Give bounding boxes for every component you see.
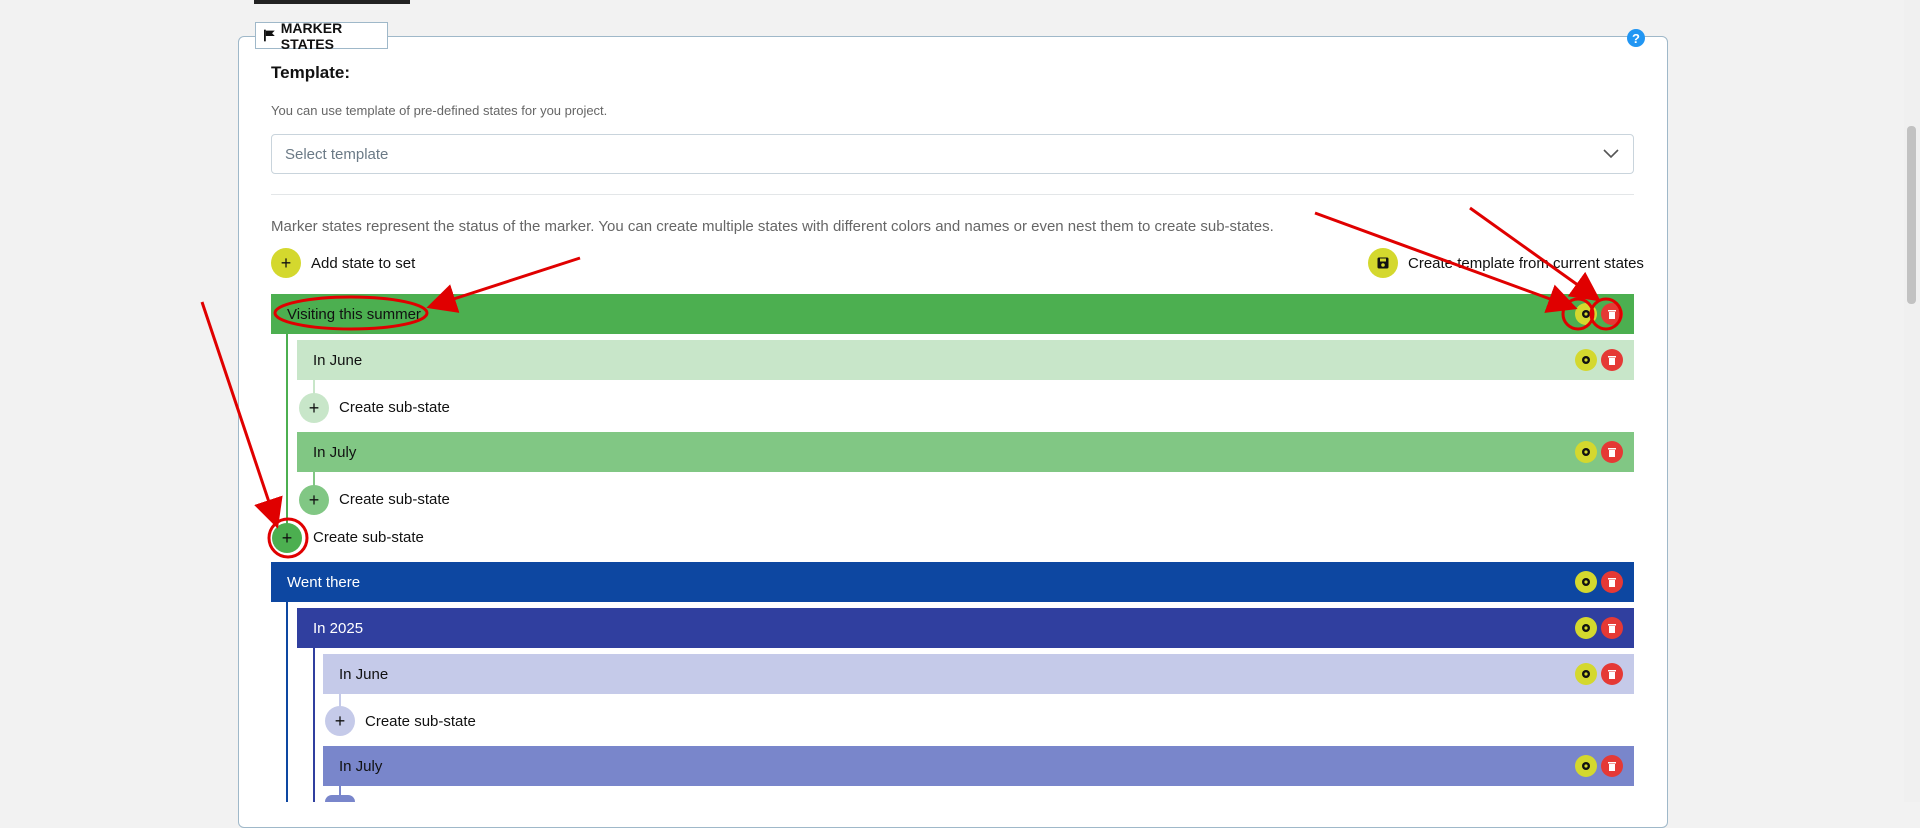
create-sub-state-button[interactable]: +	[299, 393, 329, 423]
delete-trash-icon[interactable]	[1601, 571, 1623, 593]
create-sub-state-button[interactable]: +	[325, 706, 355, 736]
state-row[interactable]: In July	[323, 746, 1634, 786]
state-name: Went there	[287, 573, 361, 591]
scrollbar[interactable]	[1904, 0, 1920, 802]
state-row[interactable]: Went there	[271, 562, 1634, 602]
add-state-label[interactable]: Add state to set	[311, 255, 415, 272]
state-name: Visiting this summer	[287, 305, 421, 323]
create-sub-state-label[interactable]: Create sub-state	[339, 399, 450, 416]
template-hint: You can use template of pre-defined stat…	[271, 103, 608, 118]
plus-icon: +	[308, 398, 320, 418]
plus-icon: +	[308, 490, 320, 510]
create-sub-state-button[interactable]: +	[272, 523, 302, 553]
create-template-button[interactable]	[1368, 248, 1398, 278]
settings-gear-icon[interactable]	[1575, 571, 1597, 593]
section-title: MARKER STATES	[280, 19, 343, 52]
state-row[interactable]: Visiting this summer	[271, 294, 1634, 334]
create-sub-state-label[interactable]: Create sub-state	[313, 529, 424, 546]
tree-line	[286, 334, 288, 534]
add-state-button[interactable]: +	[271, 248, 301, 278]
tree-line	[286, 601, 288, 802]
delete-trash-icon[interactable]	[1601, 441, 1623, 463]
create-sub-state-label[interactable]: Create sub-state	[365, 713, 476, 730]
delete-trash-icon[interactable]	[1601, 303, 1623, 325]
scrollbar-thumb[interactable]	[1907, 126, 1916, 304]
state-name: In June	[313, 351, 363, 369]
create-template-label[interactable]: Create template from current states	[1408, 255, 1644, 272]
save-icon	[1377, 257, 1389, 269]
settings-gear-icon[interactable]	[1575, 617, 1597, 639]
state-row[interactable]: In July	[297, 432, 1634, 472]
settings-gear-icon[interactable]	[1575, 303, 1597, 325]
settings-gear-icon[interactable]	[1575, 663, 1597, 685]
create-sub-state-button[interactable]	[325, 795, 355, 802]
create-sub-state-button[interactable]: +	[299, 485, 329, 515]
divider	[271, 194, 1634, 195]
active-tab-indicator	[254, 0, 410, 4]
tree-line	[313, 647, 315, 802]
plus-icon: +	[334, 711, 346, 731]
help-icon[interactable]: ?	[1627, 29, 1645, 47]
state-name: In July	[339, 757, 383, 775]
settings-gear-icon[interactable]	[1575, 441, 1597, 463]
section-legend: MARKER STATES	[255, 19, 388, 52]
template-select[interactable]: Select template	[271, 134, 1634, 174]
state-name: In 2025	[313, 619, 364, 637]
plus-icon: +	[280, 253, 292, 273]
template-select-value: Select template	[285, 145, 389, 163]
state-row[interactable]: In June	[323, 654, 1634, 694]
template-heading: Template:	[271, 63, 351, 82]
settings-gear-icon[interactable]	[1575, 755, 1597, 777]
states-description: Marker states represent the status of th…	[271, 218, 1274, 235]
state-row[interactable]: In June	[297, 340, 1634, 380]
create-sub-state-label[interactable]: Create sub-state	[339, 491, 450, 508]
state-name: In June	[339, 665, 389, 683]
state-row[interactable]: In 2025	[297, 608, 1634, 648]
settings-gear-icon[interactable]	[1575, 349, 1597, 371]
delete-trash-icon[interactable]	[1601, 617, 1623, 639]
delete-trash-icon[interactable]	[1601, 755, 1623, 777]
state-name: In July	[313, 443, 357, 461]
delete-trash-icon[interactable]	[1601, 349, 1623, 371]
chevron-down-icon	[1603, 149, 1619, 159]
flag-icon	[264, 29, 275, 42]
delete-trash-icon[interactable]	[1601, 663, 1623, 685]
plus-icon: +	[281, 528, 293, 548]
